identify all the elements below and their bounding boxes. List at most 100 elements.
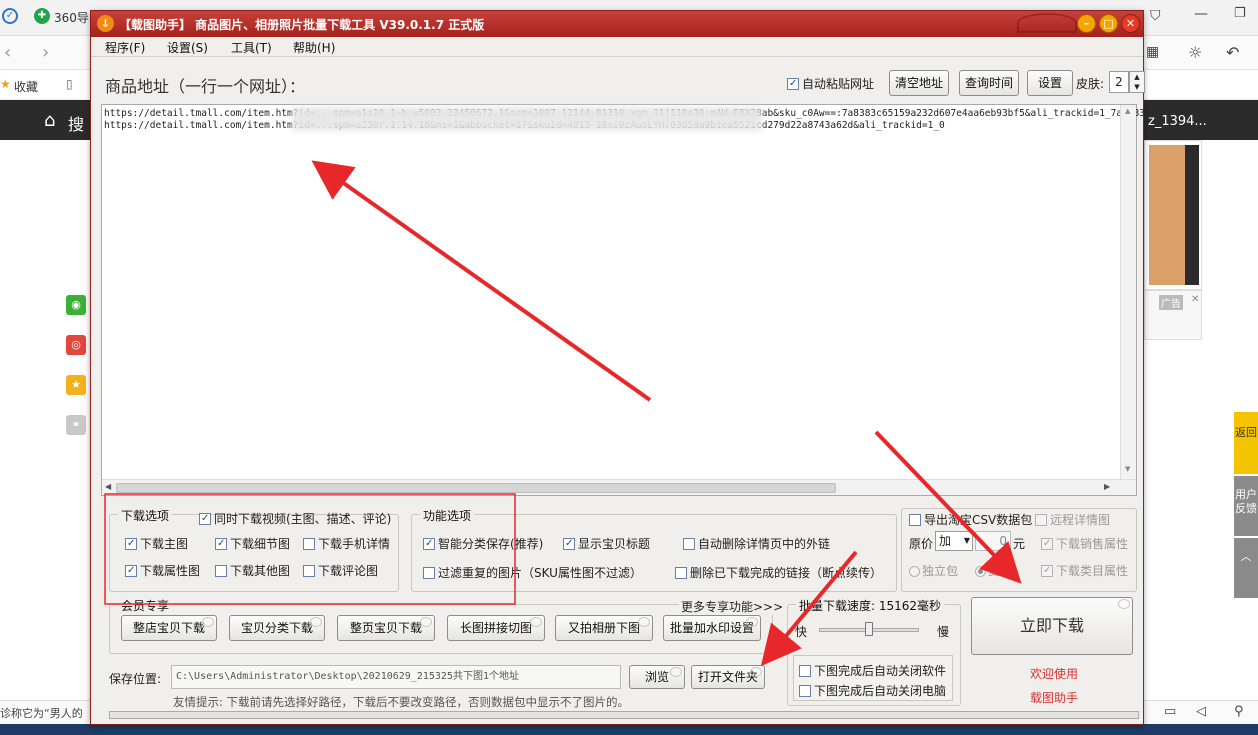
long-image-stitch-button[interactable]: 长图拼接切图 [447,615,545,641]
browse-button[interactable]: 浏览 [629,665,685,689]
undo-icon[interactable]: ↶ [1226,43,1239,62]
detail-image-checkbox[interactable]: 下载细节图 [215,535,290,552]
minimize-icon[interactable]: — [1194,6,1208,22]
wechat-share-icon[interactable]: ◉ [66,295,86,315]
minimize-button[interactable]: – [1077,14,1096,33]
video-checkbox[interactable]: 同时下载视频(主图、描述、评论) [199,510,391,527]
whole-page-download-button[interactable]: 整页宝贝下载 [337,615,435,641]
ad-banner: 广告 ✕ [1144,290,1202,340]
shirt-icon[interactable]: ⛉ [1150,8,1161,24]
more-features-link[interactable]: 更多专享功能>>> [679,598,786,615]
auto-paste-check-icon [787,78,799,90]
query-time-button[interactable]: 查询时间 [959,70,1019,96]
mobile-detail-checkbox[interactable]: 下载手机详情 [303,535,390,552]
zoom-icon[interactable]: ⚲ [1234,704,1244,719]
save-path-input[interactable]: C:\Users\Administrator\Desktop\20210629_… [171,665,621,689]
menu-help[interactable]: 帮助(H) [293,39,335,56]
price-value-input[interactable]: 0 [975,531,1011,551]
browser-tab-label[interactable]: 360导 [54,9,89,26]
whole-store-download-button[interactable]: 整店宝贝下载 [121,615,217,641]
side-tab-up[interactable]: ︿ [1234,538,1258,598]
single-package-radio[interactable]: 独立包 [909,562,958,579]
auto-paste-checkbox[interactable]: 自动粘贴网址 [787,75,874,92]
open-folder-button[interactable]: 打开文件夹 [691,665,765,689]
merge-package-radio[interactable]: 复制 [975,562,1012,579]
app-titlebar[interactable]: ↓ 【载图助手】 商品图片、相册照片批量下载工具 V39.0.1.7 正式版 –… [91,11,1143,37]
menu-tools[interactable]: 工具(T) [231,39,272,56]
dropdown-arrow-icon: ▼ [963,536,970,545]
ad-label: 广告 [1159,295,1183,310]
favorite-share-icon[interactable]: ★ [66,375,86,395]
side-tab-back[interactable]: 返回 [1234,412,1258,474]
side-tab-feedback[interactable]: 用户反馈 [1234,476,1258,536]
welcome-line-1: 欢迎使用 [1030,667,1079,681]
sales-attr-checkbox[interactable]: 下载销售属性 [1041,535,1128,552]
home-icon[interactable]: ⌂ [44,110,55,131]
save-location-label: 保存位置: [109,672,162,686]
auto-delete-links-checkbox[interactable]: 自动删除详情页中的外链 [683,535,830,552]
settings-button[interactable]: 设置 [1027,70,1073,96]
remote-detail-checkbox[interactable]: 远程详情图 [1035,511,1110,528]
attr-image-checkbox[interactable]: 下载属性图 [125,562,200,579]
speed-title: 批量下载速度: 15162毫秒 [796,597,945,614]
price-operator-select[interactable]: 加 ▼ [935,531,973,551]
function-options-title: 功能选项 [420,507,475,524]
skin-select[interactable]: 2 [1109,71,1129,93]
scroll-down-icon[interactable]: ▼ [1125,465,1130,473]
url-textarea[interactable]: https://detail.tmall.com/item.htm?id=...… [101,104,1151,496]
main-image-checkbox[interactable]: 下载主图 [125,535,188,552]
batch-watermark-button[interactable]: 批量加水印设置 [663,615,761,641]
page-mode-icon[interactable]: ▭ [1164,704,1176,719]
tab-favicon-icon: ✚ [34,8,50,24]
maximize-button[interactable]: □ [1099,14,1118,33]
ad-close-icon[interactable]: ✕ [1191,294,1199,305]
link-share-icon[interactable]: ⚭ [66,415,86,435]
category-attr-checkbox[interactable]: 下载类目属性 [1041,562,1128,579]
scroll-left-icon[interactable]: ◀ [105,482,111,491]
download-now-button[interactable]: 立即下载 [971,597,1133,655]
grid-icon[interactable]: ▦ [1146,44,1159,60]
weibo-share-icon[interactable]: ◎ [66,335,86,355]
delete-done-checkbox[interactable]: 删除已下载完成的链接（断点续传） [675,564,882,581]
windows-taskbar [0,724,1258,735]
speed-slider-thumb[interactable] [865,622,873,636]
horizontal-scrollbar[interactable]: ◀ ▶ [102,479,1136,495]
orig-price-label: 原价 [909,537,934,551]
export-csv-checkbox[interactable]: 导出淘宝CSV数据包 [909,511,1032,528]
url-label: 商品地址（一行一个网址）： [105,77,306,96]
menu-program[interactable]: 程序(F) [105,39,145,56]
welcome-line-2: 载图助手 [1030,691,1079,705]
page-icon: ▯ [66,77,73,91]
forward-icon[interactable]: › [42,42,49,63]
upai-album-download-button[interactable]: 又拍相册下图 [555,615,653,641]
member-title: 会员专享 [118,597,173,614]
horizontal-scroll-thumb[interactable] [116,483,836,493]
comment-image-checkbox[interactable]: 下载评论图 [303,562,378,579]
site-search-fragment: 搜 [68,115,85,134]
back-icon[interactable]: ‹ [4,42,11,63]
smart-save-checkbox[interactable]: 智能分类保存(推荐) [423,535,543,552]
skin-label: 皮肤: [1076,77,1105,91]
scroll-right-icon[interactable]: ▶ [1104,482,1110,491]
brightness-icon[interactable]: ☼ [1188,43,1202,62]
clear-address-button[interactable]: 清空地址 [889,70,949,96]
volume-icon[interactable]: ◁ [1196,704,1206,719]
auto-close-app-checkbox[interactable]: 下图完成后自动关闭软件 [799,662,946,679]
scroll-up-icon[interactable]: ▲ [1125,107,1130,115]
menu-settings[interactable]: 设置(S) [167,39,208,56]
speed-slow-label: 慢 [937,625,950,639]
app-logo-icon: ↓ [97,15,114,32]
bookmark-label[interactable]: 收藏 [14,78,38,95]
vertical-scrollbar[interactable]: ▲ ▼ [1120,105,1136,479]
browser-logo-icon: ✓ [2,8,18,24]
download-options-title: 下载选项 [118,507,173,524]
category-download-button[interactable]: 宝贝分类下载 [229,615,325,641]
filter-duplicate-checkbox[interactable]: 过滤重复的图片（SKU属性图不过滤） [423,564,642,581]
restore-icon[interactable]: ❐ [1234,6,1246,21]
show-title-checkbox[interactable]: 显示宝贝标题 [563,535,650,552]
skin-spinner[interactable]: ▲ ▼ [1129,71,1145,93]
other-image-checkbox[interactable]: 下载其他图 [215,562,290,579]
close-button[interactable]: ✕ [1121,14,1140,33]
app-window: ↓ 【载图助手】 商品图片、相册照片批量下载工具 V39.0.1.7 正式版 –… [90,10,1151,725]
auto-shutdown-checkbox[interactable]: 下图完成后自动关闭电脑 [799,682,946,699]
